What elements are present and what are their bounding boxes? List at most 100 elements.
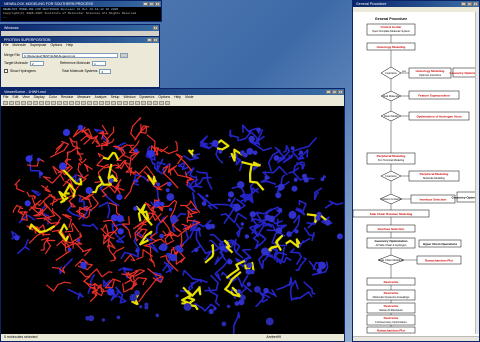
toolbar-tool-icon[interactable] xyxy=(99,101,104,105)
target-molecule-field[interactable]: 2 xyxy=(29,60,44,66)
toolbar-tool-icon[interactable] xyxy=(123,101,128,105)
backbone-strand xyxy=(236,274,249,288)
viewer-menu-options[interactable]: Options xyxy=(158,95,170,100)
toolbar-tool-icon[interactable] xyxy=(27,101,32,105)
toolbar-tool-icon[interactable] xyxy=(117,101,122,105)
toolbar-tool-icon[interactable] xyxy=(141,101,146,105)
atom-sphere xyxy=(62,128,71,137)
viewer-menu-file[interactable]: File xyxy=(3,95,8,100)
minimize-button[interactable]: _ xyxy=(326,90,331,94)
procedure-vscrollbar[interactable] xyxy=(475,12,479,334)
toolbar-tool-icon[interactable] xyxy=(63,101,68,105)
viewer-menu-help[interactable]: Help xyxy=(174,95,181,100)
atom-sphere xyxy=(205,194,209,198)
viewer-menu-analyze[interactable]: Analyze xyxy=(95,95,107,100)
show-hydrogens-label: Show Hydrogens xyxy=(10,69,36,73)
close-button[interactable]: × xyxy=(153,38,158,42)
atom-sphere xyxy=(277,207,283,213)
console-titlebar[interactable]: NEWBLOCK MODELING FOR SOUTHERN PROCESS _… xyxy=(1,1,161,7)
menu-help[interactable]: Help xyxy=(66,43,73,48)
viewer-menu-color[interactable]: Color xyxy=(49,95,57,100)
atom-sphere xyxy=(324,219,331,226)
viewer-menu-window[interactable]: Window xyxy=(123,95,135,100)
viewer-menu-measure[interactable]: Measure xyxy=(77,95,90,100)
maximize-button[interactable]: □ xyxy=(332,90,337,94)
viewer-menu-residue[interactable]: Residue xyxy=(61,95,73,100)
backbone-strand xyxy=(66,146,79,158)
viewer-menu-edit[interactable]: Edit xyxy=(12,95,18,100)
show-hydrogens-checkbox[interactable] xyxy=(4,69,8,73)
aux-titlebar[interactable]: Windows × xyxy=(1,25,159,31)
browse-button[interactable]: … xyxy=(120,52,129,58)
toolbar-tool-icon[interactable] xyxy=(15,101,20,105)
toolbar-tool-icon[interactable] xyxy=(165,101,170,105)
backbone-strand xyxy=(139,123,148,134)
viewer-menu-view[interactable]: View xyxy=(22,95,29,100)
toolbar-tool-icon[interactable] xyxy=(21,101,26,105)
maximize-button[interactable]: □ xyxy=(149,2,154,6)
toolbar-tool-icon[interactable] xyxy=(153,101,158,105)
backbone-strand xyxy=(289,248,302,266)
close-button[interactable]: × xyxy=(338,90,343,94)
menu-molecule[interactable]: Molecule xyxy=(12,43,26,48)
close-button[interactable]: × xyxy=(153,26,158,30)
viewer-menu-mode[interactable]: Mode xyxy=(185,95,193,100)
toolbar-tool-icon[interactable] xyxy=(33,101,38,105)
toolbar-tool-icon[interactable] xyxy=(69,101,74,105)
backbone-strand xyxy=(66,203,85,218)
molecule-render[interactable] xyxy=(1,106,344,335)
aux-title: Windows xyxy=(4,26,19,30)
toolbar-tool-icon[interactable] xyxy=(93,101,98,105)
toolbar-tool-icon[interactable] xyxy=(57,101,62,105)
toolbar-tool-icon[interactable] xyxy=(135,101,140,105)
toolbar-tool-icon[interactable] xyxy=(9,101,14,105)
viewer-menu-display[interactable]: Display xyxy=(34,95,45,100)
total-systems-field: 2 xyxy=(99,68,112,74)
menu-options[interactable]: Options xyxy=(50,43,62,48)
flow-step-title: Homology Modeling xyxy=(377,45,406,49)
toolbar-tool-icon[interactable] xyxy=(87,101,92,105)
backbone-strand xyxy=(42,173,65,184)
viewer-menu-dynamics[interactable]: Dynamics xyxy=(140,95,155,100)
backbone-strand xyxy=(209,239,220,253)
flow-step-title: Interface Selection xyxy=(378,227,405,231)
atom-sphere xyxy=(184,306,189,310)
viewer-menu-setup[interactable]: Setup xyxy=(111,95,120,100)
minimize-button[interactable]: _ xyxy=(461,2,466,6)
toolbar-tool-icon[interactable] xyxy=(105,101,110,105)
atom-sphere xyxy=(252,150,258,156)
atom-sphere xyxy=(278,183,285,191)
toolbar-tool-icon[interactable] xyxy=(51,101,56,105)
atom-sphere xyxy=(159,243,168,252)
close-button[interactable]: × xyxy=(473,2,478,6)
toolbar-tool-icon[interactable] xyxy=(111,101,116,105)
backbone-strand xyxy=(248,140,272,152)
target-label: Target Molecule xyxy=(4,61,28,65)
atom-sphere xyxy=(315,215,321,221)
maximize-button[interactable]: □ xyxy=(467,2,472,6)
toolbar-tool-icon[interactable] xyxy=(45,101,50,105)
toolbar-tool-icon[interactable] xyxy=(39,101,44,105)
protein-titlebar[interactable]: PROTEIN SUPERPOSITION _ × xyxy=(1,37,159,43)
procedure-titlebar[interactable]: General Procedure _ □ × xyxy=(353,1,479,7)
procedure-hscrollbar[interactable] xyxy=(353,336,479,341)
flow-step-title: Ramachandran Plot xyxy=(377,328,405,332)
minimize-button[interactable]: _ xyxy=(143,2,148,6)
merge-file-field[interactable]: C:\Molecules\TEST\1HWH\Ligand.mol xyxy=(22,52,119,58)
toolbar-tool-icon[interactable] xyxy=(81,101,86,105)
toolbar-tool-icon[interactable] xyxy=(3,101,8,105)
toolbar-tool-icon[interactable] xyxy=(129,101,134,105)
toolbar-tool-icon[interactable] xyxy=(75,101,80,105)
molecule-canvas[interactable] xyxy=(1,106,344,335)
backbone-strand xyxy=(249,164,265,191)
toolbar-tool-icon[interactable] xyxy=(159,101,164,105)
toolbar-tool-icon[interactable] xyxy=(147,101,152,105)
minimize-button[interactable]: _ xyxy=(147,38,152,42)
menu-file[interactable]: File xyxy=(3,43,8,48)
menu-superpose[interactable]: Superpose xyxy=(30,43,46,48)
close-button[interactable]: × xyxy=(155,2,160,6)
atom-sphere xyxy=(240,150,245,156)
flow-step-title: Optimization of Hydrogen Atom xyxy=(416,114,461,118)
viewer-titlebar[interactable]: ViewerScene - 1HWH.mol _ □ × xyxy=(1,89,344,95)
reference-molecule-field[interactable]: 1 xyxy=(92,60,107,66)
